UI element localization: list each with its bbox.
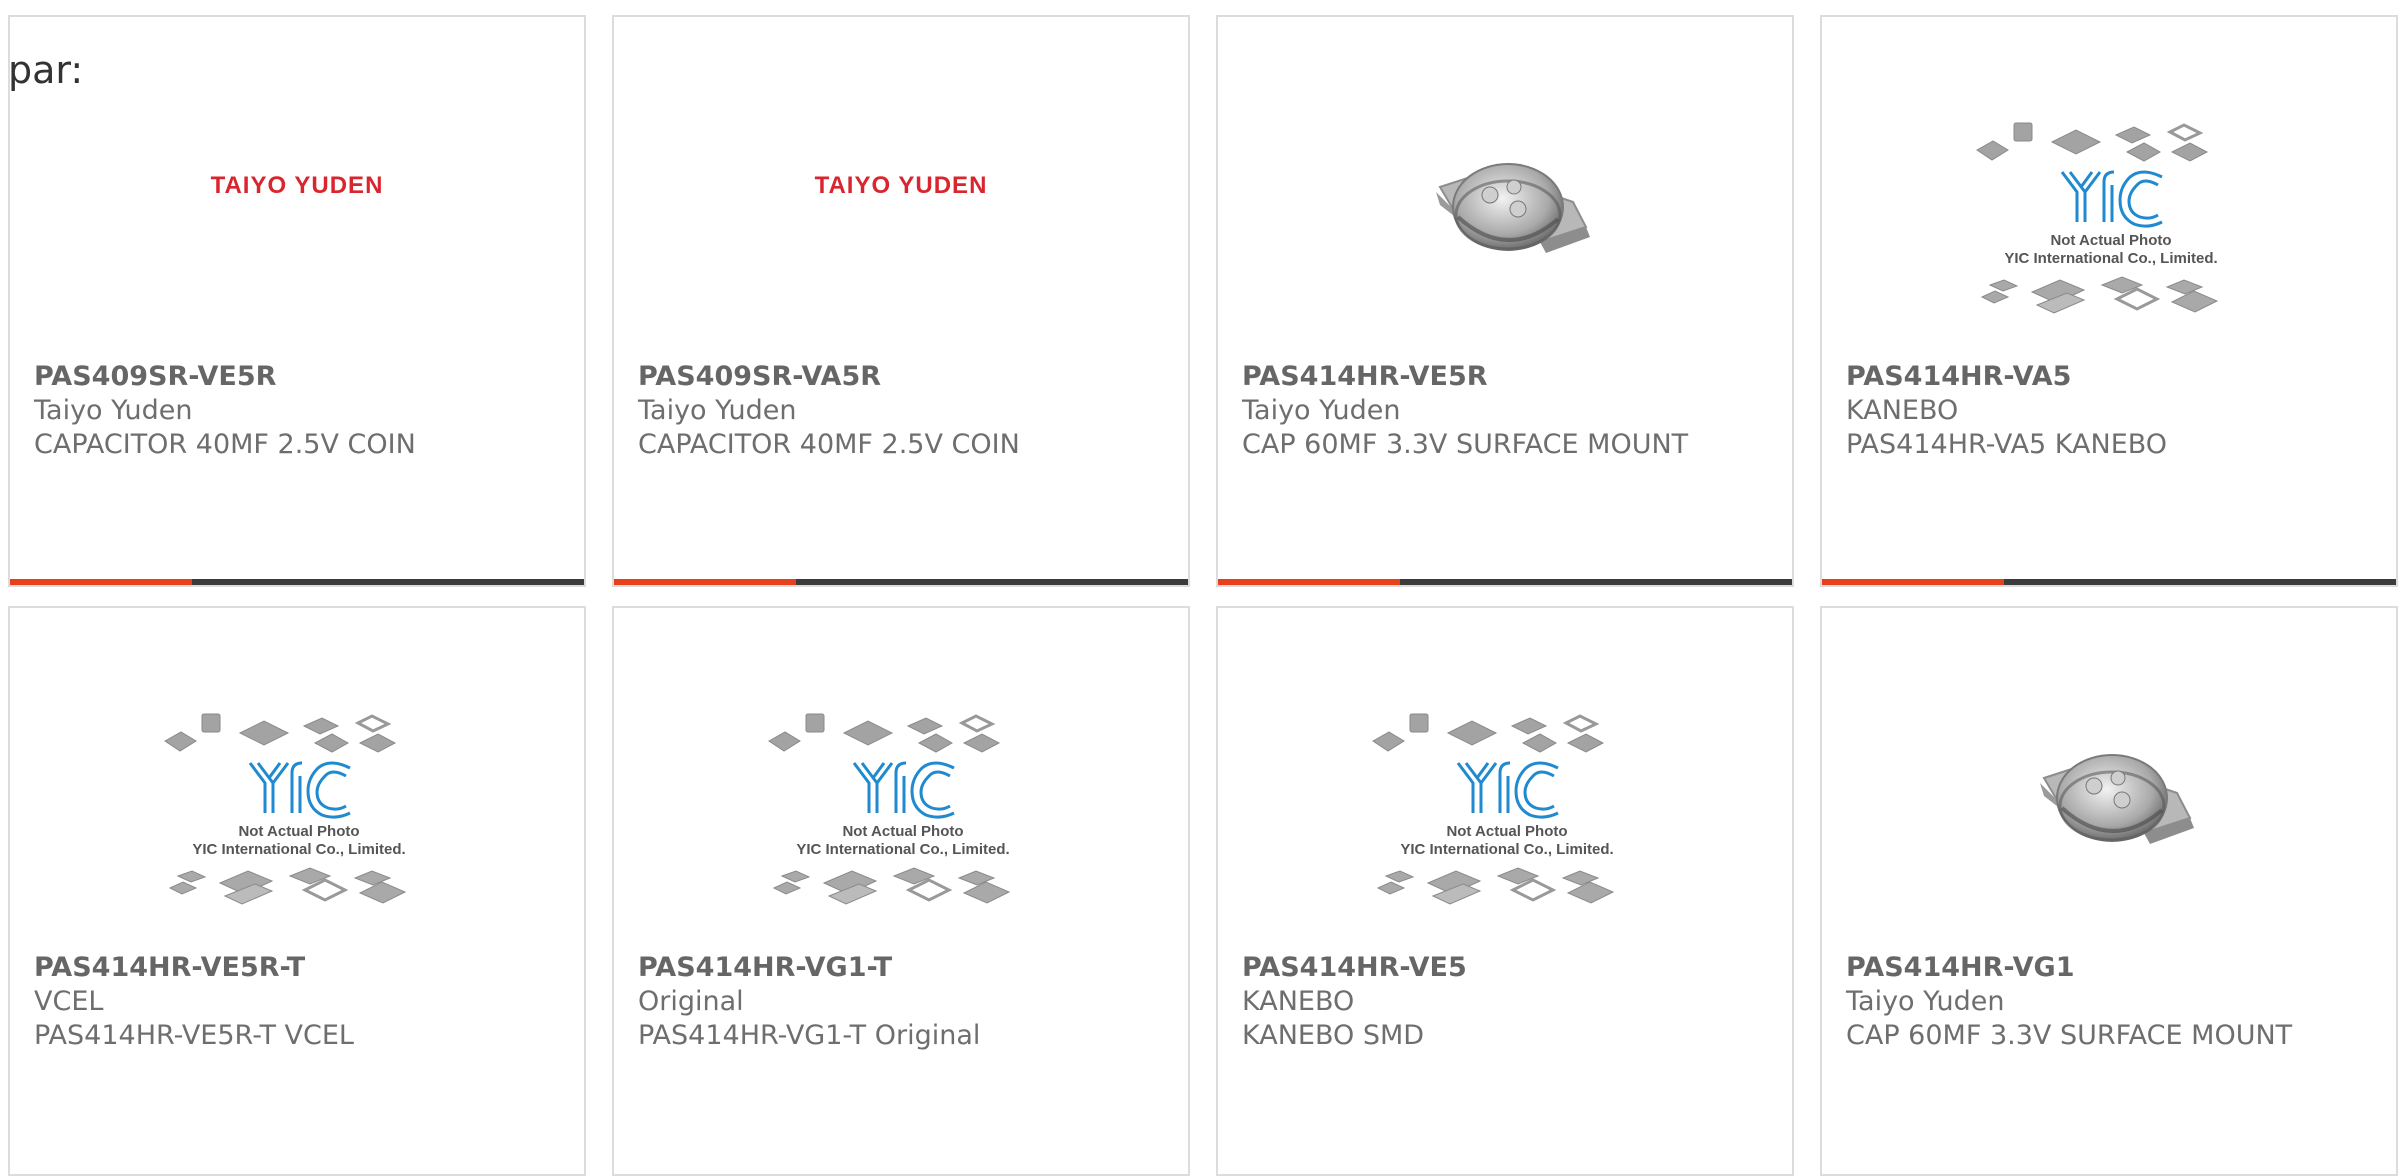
placeholder-label-1: Not Actual Photo xyxy=(842,823,963,840)
product-description: CAPACITOR 40MF 2.5V COIN xyxy=(638,429,1020,460)
product-description: CAP 60MF 3.3V SURFACE MOUNT xyxy=(1846,1020,2293,1051)
manufacturer-name: KANEBO xyxy=(1242,986,1355,1017)
product-card[interactable]: Not Actual Photo YIC International Co., … xyxy=(612,606,1190,1176)
placeholder-label-2: YIC International Co., Limited. xyxy=(192,841,405,858)
product-image[interactable]: TAIYO YUDEN xyxy=(614,77,1188,327)
product-grid: par: TAIYO YUDEN PAS409SR-VE5R Taiyo Yud… xyxy=(0,0,2400,1176)
product-card[interactable]: TAIYO YUDEN PAS409SR-VE5R Taiyo Yuden CA… xyxy=(8,15,586,587)
product-card[interactable]: Not Actual Photo YIC International Co., … xyxy=(1820,15,2398,587)
part-number-link[interactable]: PAS414HR-VA5 xyxy=(1846,360,2386,394)
product-card[interactable]: Not Actual Photo YIC International Co., … xyxy=(1216,606,1794,1176)
coin-capacitor-icon xyxy=(2040,754,2194,844)
card-accent-bar xyxy=(1822,579,2396,585)
placeholder-label-1: Not Actual Photo xyxy=(1446,823,1567,840)
part-number-link[interactable]: PAS409SR-VE5R xyxy=(34,360,574,394)
product-description: PAS414HR-VE5R-T VCEL xyxy=(34,1020,354,1051)
manufacturer-name: Taiyo Yuden xyxy=(638,395,797,426)
part-number-link[interactable]: PAS414HR-VE5R xyxy=(1242,360,1782,394)
card-accent-bar xyxy=(10,579,584,585)
manufacturer-name: Taiyo Yuden xyxy=(1242,395,1401,426)
product-image[interactable]: TAIYO YUDEN xyxy=(10,77,584,327)
part-number-link[interactable]: PAS409SR-VA5R xyxy=(638,360,1178,394)
product-description: KANEBO SMD xyxy=(1242,1020,1425,1051)
product-image[interactable]: Not Actual Photo YIC International Co., … xyxy=(10,668,584,918)
product-description: CAPACITOR 40MF 2.5V COIN xyxy=(34,429,416,460)
product-image[interactable] xyxy=(1822,668,2396,918)
manufacturer-name: Taiyo Yuden xyxy=(1846,986,2005,1017)
yic-placeholder-icon: Not Actual Photo YIC International Co., … xyxy=(164,713,407,905)
placeholder-label-1: Not Actual Photo xyxy=(238,823,359,840)
product-card[interactable]: Not Actual Photo YIC International Co., … xyxy=(8,606,586,1176)
placeholder-label-1: Not Actual Photo xyxy=(2050,232,2171,249)
product-description: CAP 60MF 3.3V SURFACE MOUNT xyxy=(1242,429,1689,460)
manufacturer-name: Original xyxy=(638,986,744,1017)
product-image[interactable]: Not Actual Photo YIC International Co., … xyxy=(1822,77,2396,327)
card-accent-bar xyxy=(1218,579,1792,585)
part-number-link[interactable]: PAS414HR-VG1 xyxy=(1846,951,2386,985)
yic-placeholder-icon: Not Actual Photo YIC International Co., … xyxy=(768,713,1011,905)
product-card[interactable]: PAS414HR-VE5R Taiyo Yuden CAP 60MF 3.3V … xyxy=(1216,15,1794,587)
product-card[interactable]: PAS414HR-VG1 Taiyo Yuden CAP 60MF 3.3V S… xyxy=(1820,606,2398,1176)
manufacturer-name: KANEBO xyxy=(1846,395,1959,426)
page-label: par: xyxy=(8,48,84,92)
taiyo-yuden-logo: TAIYO YUDEN xyxy=(814,172,988,199)
part-number-link[interactable]: PAS414HR-VE5 xyxy=(1242,951,1782,985)
product-card[interactable]: TAIYO YUDEN PAS409SR-VA5R Taiyo Yuden CA… xyxy=(612,15,1190,587)
card-accent-bar xyxy=(614,579,1188,585)
product-description: PAS414HR-VA5 KANEBO xyxy=(1846,429,2168,460)
manufacturer-name: VCEL xyxy=(34,986,104,1017)
placeholder-label-2: YIC International Co., Limited. xyxy=(796,841,1009,858)
coin-capacitor-icon xyxy=(1436,163,1590,253)
taiyo-yuden-logo: TAIYO YUDEN xyxy=(210,172,384,199)
product-image[interactable]: Not Actual Photo YIC International Co., … xyxy=(1218,668,1792,918)
part-number-link[interactable]: PAS414HR-VE5R-T xyxy=(34,951,574,985)
product-description: PAS414HR-VG1-T Original xyxy=(638,1020,981,1051)
part-number-link[interactable]: PAS414HR-VG1-T xyxy=(638,951,1178,985)
manufacturer-name: Taiyo Yuden xyxy=(34,395,193,426)
placeholder-label-2: YIC International Co., Limited. xyxy=(1400,841,1613,858)
placeholder-label-2: YIC International Co., Limited. xyxy=(2004,250,2217,267)
product-image[interactable] xyxy=(1218,77,1792,327)
product-image[interactable]: Not Actual Photo YIC International Co., … xyxy=(614,668,1188,918)
yic-placeholder-icon: Not Actual Photo YIC International Co., … xyxy=(1372,713,1615,905)
yic-placeholder-icon: Not Actual Photo YIC International Co., … xyxy=(1976,122,2219,314)
